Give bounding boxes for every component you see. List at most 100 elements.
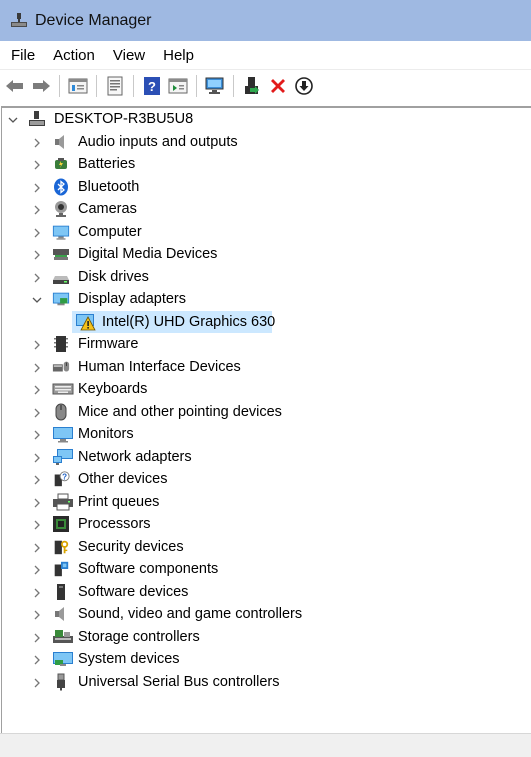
tree-item-label[interactable]: Bluetooth [78, 179, 139, 195]
toolbar-separator [59, 75, 60, 97]
chevron-right-icon[interactable] [31, 632, 43, 644]
tree-item-label[interactable]: Monitors [78, 426, 134, 442]
toolbar-separator [233, 75, 234, 97]
tree-item-label[interactable]: Display adapters [78, 291, 186, 307]
chevron-right-icon[interactable] [31, 137, 43, 149]
chevron-right-icon[interactable] [31, 677, 43, 689]
chevron-right-icon[interactable] [31, 429, 43, 441]
chevron-down-icon[interactable] [31, 294, 43, 306]
update-icon[interactable] [103, 74, 127, 98]
tree-item-label[interactable]: System devices [78, 651, 180, 667]
tree-item-label[interactable]: Security devices [78, 539, 184, 555]
tree-child-label[interactable]: Intel(R) UHD Graphics 630 [102, 314, 275, 330]
tree-item-label[interactable]: Other devices [78, 471, 167, 487]
tree-item-label[interactable]: Software devices [78, 584, 188, 600]
tree-item-label[interactable]: Storage controllers [78, 629, 200, 645]
chevron-right-icon[interactable] [31, 227, 43, 239]
menu-help[interactable]: Help [154, 44, 203, 67]
menu-view[interactable]: View [104, 44, 154, 67]
tree-item-label[interactable]: Cameras [78, 201, 137, 217]
monitor-icon [52, 223, 70, 241]
action-icon[interactable] [166, 74, 190, 98]
chevron-right-icon[interactable] [31, 182, 43, 194]
chevron-right-icon[interactable] [31, 587, 43, 599]
network-adapter-icon [52, 448, 74, 466]
chevron-down-icon[interactable] [7, 114, 19, 126]
tree-item-label[interactable]: Sound, video and game controllers [78, 606, 302, 622]
unknown-device-icon: ? [52, 470, 70, 488]
toolbar-separator [196, 75, 197, 97]
speaker-icon [52, 605, 70, 623]
chevron-right-icon[interactable] [31, 474, 43, 486]
chevron-right-icon[interactable] [31, 204, 43, 216]
tree-item-label[interactable]: Disk drives [78, 269, 149, 285]
tree-item-label[interactable]: Human Interface Devices [78, 359, 241, 375]
status-bar [0, 733, 531, 757]
menu-action[interactable]: Action [44, 44, 104, 67]
webcam-icon [52, 200, 70, 218]
help-icon[interactable]: ? [140, 74, 164, 98]
title-bar: Device Manager [0, 0, 531, 41]
svg-text:?: ? [148, 79, 156, 94]
tree-item-label[interactable]: Print queues [78, 494, 159, 510]
tree-item-label[interactable]: Audio inputs and outputs [78, 134, 238, 150]
hid-icon [52, 358, 70, 376]
chevron-right-icon[interactable] [31, 609, 43, 621]
chevron-right-icon[interactable] [31, 159, 43, 171]
speaker-icon [52, 133, 70, 151]
tree-item-label[interactable]: Universal Serial Bus controllers [78, 674, 279, 690]
menu-file[interactable]: File [2, 44, 44, 67]
tree-item-label[interactable]: Software components [78, 561, 218, 577]
back-icon[interactable] [3, 74, 27, 98]
properties-icon[interactable] [66, 74, 90, 98]
chevron-right-icon[interactable] [31, 542, 43, 554]
battery-icon [52, 155, 70, 173]
usb-icon [52, 673, 70, 691]
chevron-right-icon[interactable] [31, 519, 43, 531]
chevron-right-icon[interactable] [31, 249, 43, 261]
chip-icon [52, 335, 70, 353]
media-device-icon [52, 245, 70, 263]
software-device-icon [52, 583, 70, 601]
tree-item-label[interactable]: Network adapters [78, 449, 192, 465]
processor-icon [52, 515, 70, 533]
forward-icon[interactable] [29, 74, 53, 98]
uninstall-icon[interactable] [266, 74, 290, 98]
mouse-icon [52, 403, 70, 421]
chevron-right-icon[interactable] [31, 407, 43, 419]
enable-icon[interactable] [240, 74, 264, 98]
keyboard-icon [52, 380, 74, 398]
system-device-icon [52, 650, 74, 668]
toolbar-separator [96, 75, 97, 97]
chevron-right-icon[interactable] [31, 339, 43, 351]
disk-drive-icon [52, 268, 70, 286]
window-title: Device Manager [35, 11, 152, 29]
chevron-right-icon[interactable] [31, 654, 43, 666]
toolbar-separator [133, 75, 134, 97]
svg-text:?: ? [62, 472, 67, 481]
chevron-right-icon[interactable] [31, 362, 43, 374]
tree-root-label[interactable]: DESKTOP-R3BU5U8 [54, 111, 193, 127]
tree-item-label[interactable]: Batteries [78, 156, 135, 172]
tree-item-label[interactable]: Keyboards [78, 381, 147, 397]
printer-icon [52, 493, 74, 511]
chevron-right-icon[interactable] [31, 384, 43, 396]
monitor-icon [52, 425, 74, 443]
tree-item-label[interactable]: Firmware [78, 336, 138, 352]
download-icon[interactable] [292, 74, 316, 98]
tree-item-label[interactable]: Processors [78, 516, 151, 532]
scan-icon[interactable] [203, 74, 227, 98]
chevron-right-icon[interactable] [31, 564, 43, 576]
tree-item-label[interactable]: Computer [78, 224, 142, 240]
warning-icon [75, 313, 97, 331]
tree-item-label[interactable]: Digital Media Devices [78, 246, 217, 262]
security-device-icon [52, 538, 70, 556]
chevron-right-icon[interactable] [31, 452, 43, 464]
chevron-right-icon[interactable] [31, 497, 43, 509]
chevron-right-icon[interactable] [31, 272, 43, 284]
menu-bar: File Action View Help [0, 41, 531, 69]
tree-item-label[interactable]: Mice and other pointing devices [78, 404, 282, 420]
display-adapter-icon [52, 290, 70, 308]
device-manager-icon [9, 11, 29, 31]
bluetooth-icon [52, 178, 70, 196]
